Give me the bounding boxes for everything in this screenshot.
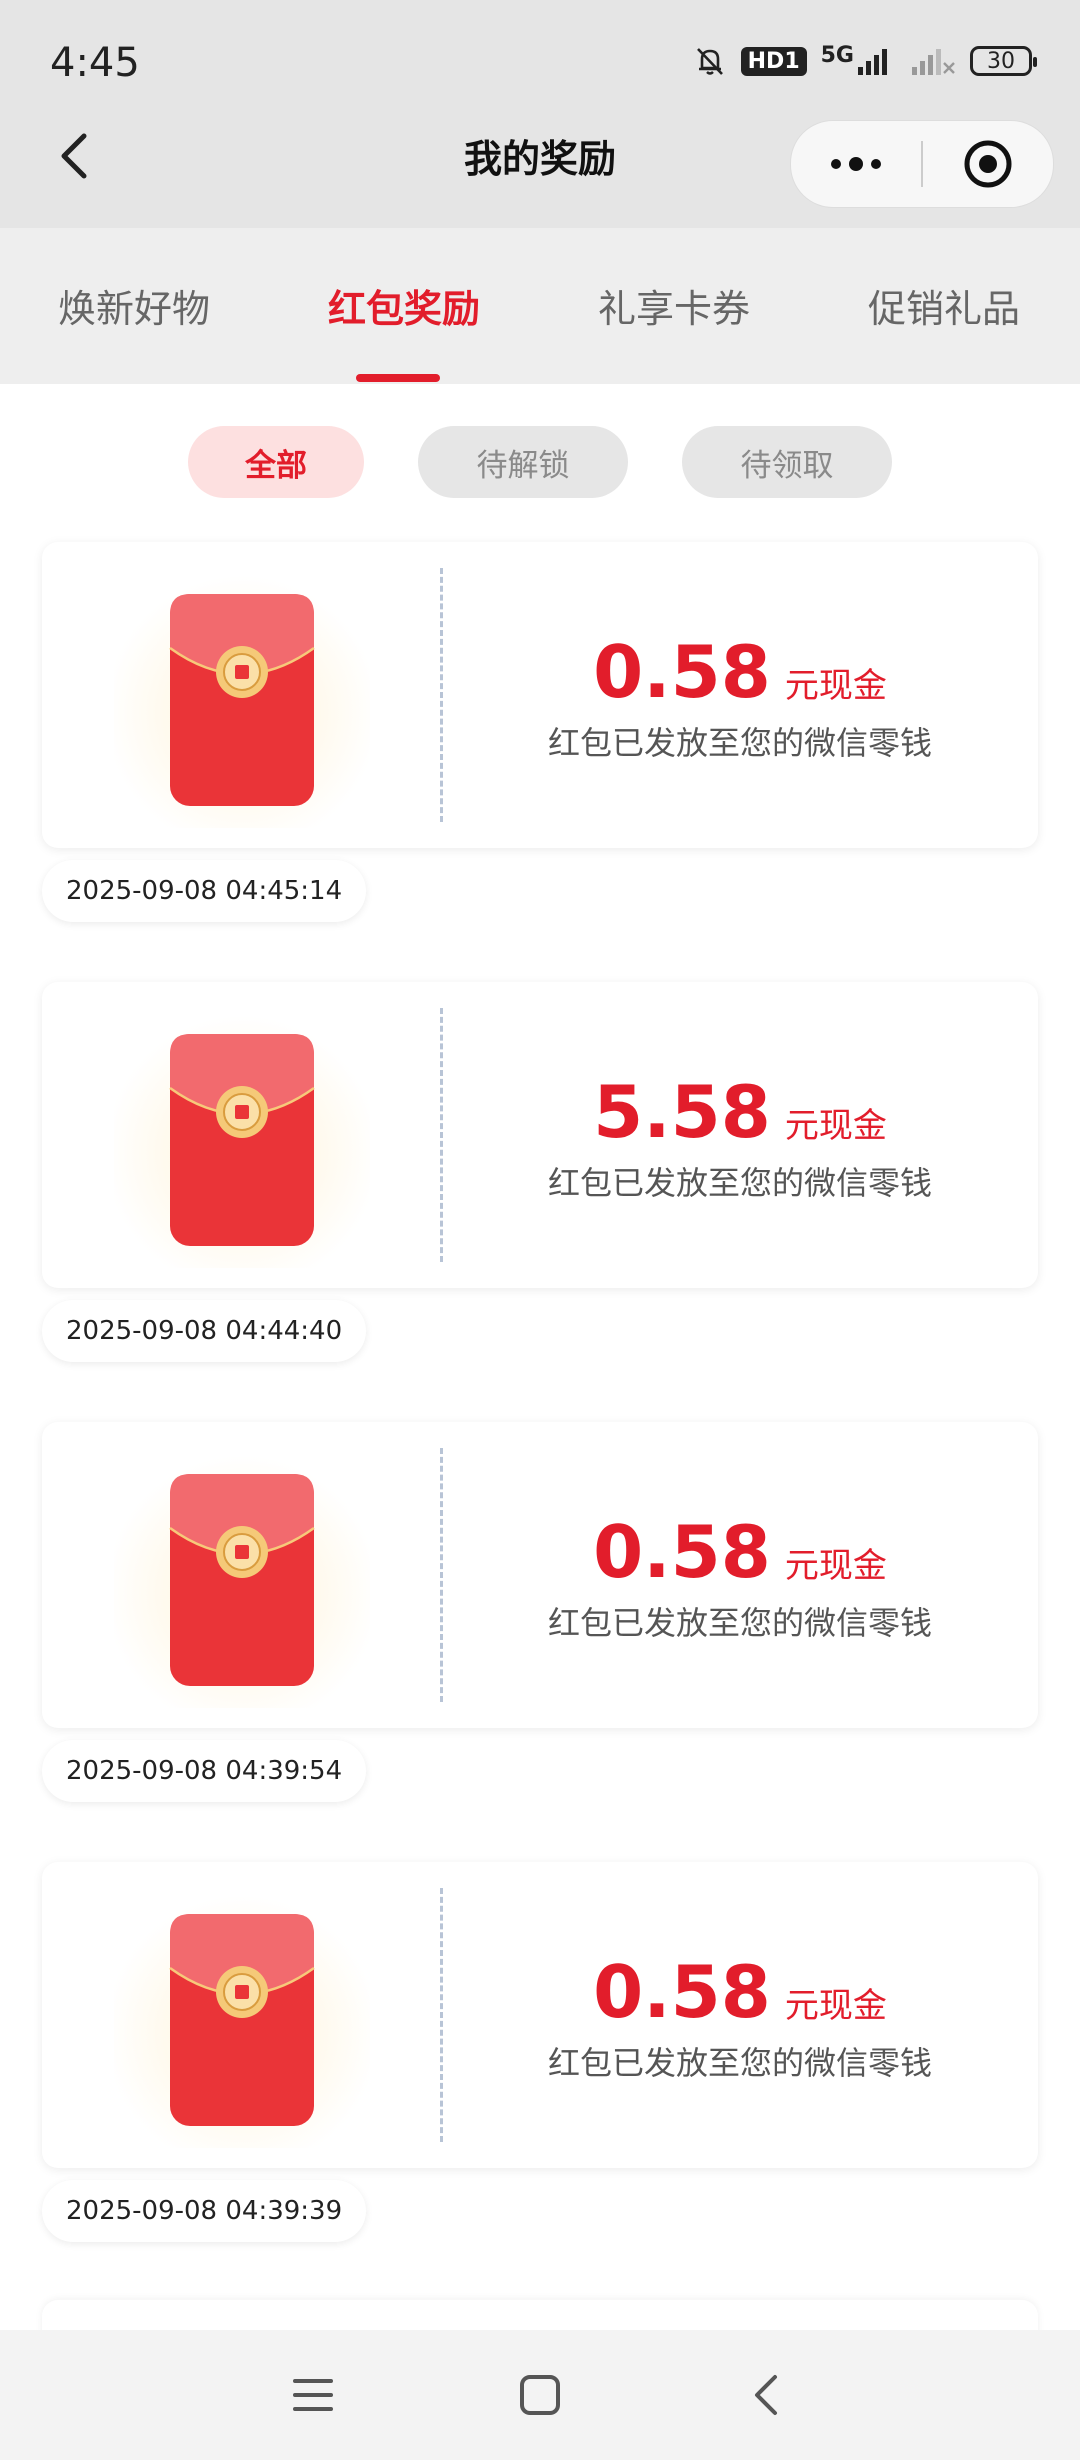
filter-to-unlock[interactable]: 待解锁 (418, 426, 628, 498)
reward-amount: 0.58 (593, 630, 771, 714)
active-tab-indicator (356, 374, 440, 382)
battery-level: 30 (987, 48, 1015, 74)
envelope-image (114, 572, 370, 828)
more-button[interactable] (791, 121, 921, 207)
top-bar: 4:45 HD1 5G 30 我的奖励 (0, 0, 1080, 228)
hd-badge: HD1 (740, 46, 807, 76)
reward-datetime: 2025-09-08 04:44:40 (42, 1300, 367, 1362)
filter-all[interactable]: 全部 (188, 426, 364, 498)
system-nav-bar (0, 2330, 1080, 2460)
battery-icon: 30 (970, 46, 1037, 76)
reward-amount: 5.58 (593, 1070, 771, 1154)
tab-gift-coupons[interactable]: 礼享卡券 (598, 278, 750, 333)
nav-home-button[interactable] (508, 2363, 572, 2427)
bell-muted-icon (696, 48, 723, 75)
reward-description: 红包已发放至您的微信零钱 (547, 1164, 932, 1202)
status-time: 4:45 (50, 40, 140, 86)
reward-card[interactable]: 0.58 元现金 红包已发放至您的微信零钱 (42, 542, 1038, 848)
category-tabs: 焕新好物 红包奖励 礼享卡券 促销礼品 (0, 228, 1080, 384)
menu-icon (293, 2379, 334, 2411)
nav-back-button[interactable] (735, 2363, 799, 2427)
envelope-image (114, 1012, 370, 1268)
reward-card[interactable]: 0.58 元现金 红包已发放至您的微信零钱 (42, 1422, 1038, 1728)
mini-program-capsule (790, 120, 1054, 208)
more-dots-icon (831, 157, 881, 171)
back-arrow-icon (754, 2375, 777, 2415)
reward-unit: 元现金 (784, 666, 887, 706)
status-icons: HD1 5G 30 (693, 44, 1037, 78)
amount-row: 0.58 元现金 (442, 1510, 1038, 1594)
home-square-icon (519, 2375, 560, 2415)
reward-amount: 0.58 (593, 1950, 771, 2034)
reward-unit: 元现金 (784, 1986, 887, 2026)
red-envelope-icon (169, 594, 315, 806)
reward-datetime: 2025-09-08 04:39:39 (42, 2180, 367, 2242)
red-envelope-icon (169, 1914, 315, 2126)
reward-unit: 元现金 (784, 1546, 887, 1586)
reward-description: 红包已发放至您的微信零钱 (547, 1604, 932, 1642)
amount-row: 0.58 元现金 (442, 1950, 1038, 2034)
reward-card[interactable]: 0.58 元现金 红包已发放至您的微信零钱 (42, 1862, 1038, 2168)
amount-row: 5.58 元现金 (442, 1070, 1038, 1154)
signal-weak-icon (912, 49, 955, 75)
reward-card[interactable]: 5.58 元现金 红包已发放至您的微信零钱 (42, 982, 1038, 1288)
tab-renew-goods[interactable]: 焕新好物 (58, 278, 210, 333)
envelope-image (114, 1452, 370, 1708)
amount-row: 0.58 元现金 (442, 630, 1038, 714)
target-circle-icon (964, 140, 1012, 188)
nav-menu-button[interactable] (281, 2363, 345, 2427)
reward-description: 红包已发放至您的微信零钱 (547, 2044, 932, 2082)
reward-datetime: 2025-09-08 04:39:54 (42, 1740, 367, 1802)
filter-to-claim[interactable]: 待领取 (682, 426, 892, 498)
reward-amount: 0.58 (593, 1510, 771, 1594)
envelope-image (114, 1892, 370, 2148)
red-envelope-icon (169, 1034, 315, 1246)
tab-promo-gifts[interactable]: 促销礼品 (868, 278, 1020, 333)
red-envelope-icon (169, 1474, 315, 1686)
signal-5g-icon: 5G (821, 45, 896, 77)
close-mini-program-button[interactable] (923, 121, 1053, 207)
tab-red-packet-rewards[interactable]: 红包奖励 (328, 278, 480, 333)
reward-datetime: 2025-09-08 04:45:14 (42, 860, 367, 922)
network-label: 5G (820, 43, 854, 68)
reward-unit: 元现金 (784, 1106, 887, 1146)
reward-description: 红包已发放至您的微信零钱 (547, 724, 932, 762)
